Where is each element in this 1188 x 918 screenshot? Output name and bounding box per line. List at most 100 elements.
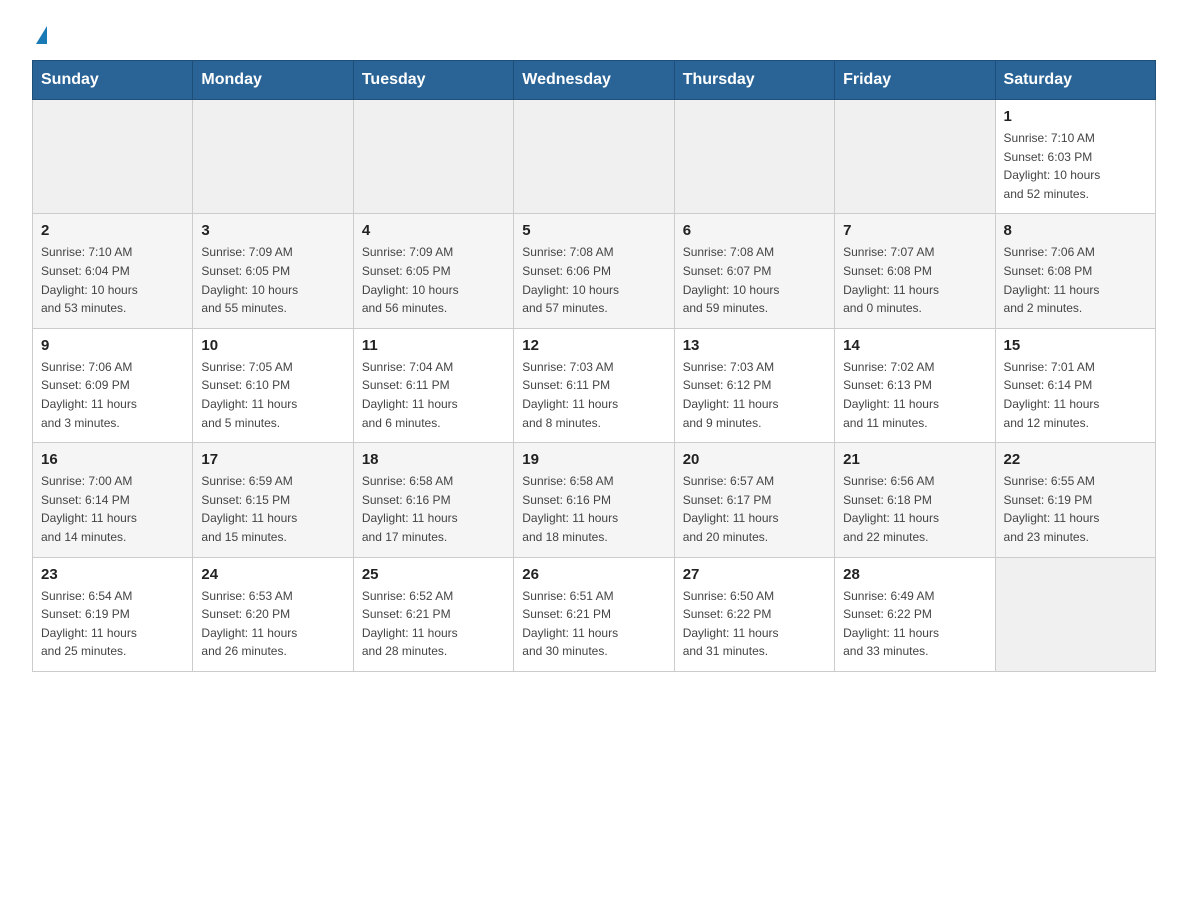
- calendar-cell: 21 Sunrise: 6:56 AM Sunset: 6:18 PM Dayli…: [835, 443, 995, 557]
- calendar-cell: 2 Sunrise: 7:10 AM Sunset: 6:04 PM Daylig…: [33, 214, 193, 328]
- day-number: 7: [843, 222, 986, 239]
- calendar-cell: 6 Sunrise: 7:08 AM Sunset: 6:07 PM Daylig…: [674, 214, 834, 328]
- day-info: Sunrise: 6:56 AM Sunset: 6:18 PM Dayligh…: [843, 472, 986, 546]
- day-info: Sunrise: 7:08 AM Sunset: 6:07 PM Dayligh…: [683, 243, 826, 317]
- day-number: 13: [683, 337, 826, 354]
- day-info: Sunrise: 7:04 AM Sunset: 6:11 PM Dayligh…: [362, 358, 505, 432]
- day-info: Sunrise: 7:10 AM Sunset: 6:04 PM Dayligh…: [41, 243, 184, 317]
- calendar-cell: 16 Sunrise: 7:00 AM Sunset: 6:14 PM Dayli…: [33, 443, 193, 557]
- calendar-cell: 9 Sunrise: 7:06 AM Sunset: 6:09 PM Daylig…: [33, 328, 193, 442]
- calendar-week-row: 1 Sunrise: 7:10 AM Sunset: 6:03 PM Daylig…: [33, 100, 1156, 214]
- day-number: 11: [362, 337, 505, 354]
- calendar-cell: 14 Sunrise: 7:02 AM Sunset: 6:13 PM Dayli…: [835, 328, 995, 442]
- day-number: 12: [522, 337, 665, 354]
- day-info: Sunrise: 7:02 AM Sunset: 6:13 PM Dayligh…: [843, 358, 986, 432]
- calendar-cell: [995, 557, 1155, 671]
- day-number: 17: [201, 451, 344, 468]
- day-number: 28: [843, 566, 986, 583]
- day-info: Sunrise: 6:52 AM Sunset: 6:21 PM Dayligh…: [362, 587, 505, 661]
- calendar-cell: [674, 100, 834, 214]
- day-info: Sunrise: 6:53 AM Sunset: 6:20 PM Dayligh…: [201, 587, 344, 661]
- calendar-table: SundayMondayTuesdayWednesdayThursdayFrid…: [32, 60, 1156, 672]
- page-header: [32, 24, 1156, 44]
- calendar-cell: 12 Sunrise: 7:03 AM Sunset: 6:11 PM Dayli…: [514, 328, 674, 442]
- calendar-cell: [835, 100, 995, 214]
- calendar-cell: 4 Sunrise: 7:09 AM Sunset: 6:05 PM Daylig…: [353, 214, 513, 328]
- day-info: Sunrise: 7:10 AM Sunset: 6:03 PM Dayligh…: [1004, 129, 1147, 203]
- calendar-cell: [514, 100, 674, 214]
- day-info: Sunrise: 7:09 AM Sunset: 6:05 PM Dayligh…: [362, 243, 505, 317]
- calendar-cell: 1 Sunrise: 7:10 AM Sunset: 6:03 PM Daylig…: [995, 100, 1155, 214]
- day-info: Sunrise: 7:08 AM Sunset: 6:06 PM Dayligh…: [522, 243, 665, 317]
- calendar-cell: 25 Sunrise: 6:52 AM Sunset: 6:21 PM Dayli…: [353, 557, 513, 671]
- calendar-cell: 8 Sunrise: 7:06 AM Sunset: 6:08 PM Daylig…: [995, 214, 1155, 328]
- calendar-cell: 11 Sunrise: 7:04 AM Sunset: 6:11 PM Dayli…: [353, 328, 513, 442]
- day-header-sunday: Sunday: [33, 61, 193, 100]
- day-info: Sunrise: 6:58 AM Sunset: 6:16 PM Dayligh…: [522, 472, 665, 546]
- calendar-cell: [353, 100, 513, 214]
- calendar-cell: [33, 100, 193, 214]
- logo: [32, 24, 47, 44]
- calendar-header-row: SundayMondayTuesdayWednesdayThursdayFrid…: [33, 61, 1156, 100]
- calendar-cell: 17 Sunrise: 6:59 AM Sunset: 6:15 PM Dayli…: [193, 443, 353, 557]
- day-number: 4: [362, 222, 505, 239]
- calendar-cell: 26 Sunrise: 6:51 AM Sunset: 6:21 PM Dayli…: [514, 557, 674, 671]
- day-number: 18: [362, 451, 505, 468]
- day-number: 24: [201, 566, 344, 583]
- day-number: 8: [1004, 222, 1147, 239]
- day-info: Sunrise: 7:06 AM Sunset: 6:08 PM Dayligh…: [1004, 243, 1147, 317]
- logo-triangle-icon: [36, 26, 47, 44]
- day-number: 22: [1004, 451, 1147, 468]
- day-info: Sunrise: 6:55 AM Sunset: 6:19 PM Dayligh…: [1004, 472, 1147, 546]
- calendar-cell: 23 Sunrise: 6:54 AM Sunset: 6:19 PM Dayli…: [33, 557, 193, 671]
- day-info: Sunrise: 6:58 AM Sunset: 6:16 PM Dayligh…: [362, 472, 505, 546]
- calendar-cell: 22 Sunrise: 6:55 AM Sunset: 6:19 PM Dayli…: [995, 443, 1155, 557]
- calendar-cell: 15 Sunrise: 7:01 AM Sunset: 6:14 PM Dayli…: [995, 328, 1155, 442]
- calendar-cell: 5Sunrise: 7:08 AM Sunset: 6:06 PM Daylig…: [514, 214, 674, 328]
- calendar-cell: [193, 100, 353, 214]
- calendar-week-row: 16 Sunrise: 7:00 AM Sunset: 6:14 PM Dayli…: [33, 443, 1156, 557]
- calendar-cell: 18 Sunrise: 6:58 AM Sunset: 6:16 PM Dayli…: [353, 443, 513, 557]
- day-number: 15: [1004, 337, 1147, 354]
- day-info: Sunrise: 7:09 AM Sunset: 6:05 PM Dayligh…: [201, 243, 344, 317]
- day-header-monday: Monday: [193, 61, 353, 100]
- calendar-cell: 7 Sunrise: 7:07 AM Sunset: 6:08 PM Daylig…: [835, 214, 995, 328]
- day-number: 25: [362, 566, 505, 583]
- day-info: Sunrise: 6:54 AM Sunset: 6:19 PM Dayligh…: [41, 587, 184, 661]
- calendar-cell: 13Sunrise: 7:03 AM Sunset: 6:12 PM Dayli…: [674, 328, 834, 442]
- day-number: 20: [683, 451, 826, 468]
- day-number: 23: [41, 566, 184, 583]
- day-number: 27: [683, 566, 826, 583]
- day-number: 21: [843, 451, 986, 468]
- day-number: 26: [522, 566, 665, 583]
- day-number: 9: [41, 337, 184, 354]
- day-header-tuesday: Tuesday: [353, 61, 513, 100]
- day-number: 16: [41, 451, 184, 468]
- calendar-cell: 20 Sunrise: 6:57 AM Sunset: 6:17 PM Dayli…: [674, 443, 834, 557]
- calendar-cell: 3 Sunrise: 7:09 AM Sunset: 6:05 PM Daylig…: [193, 214, 353, 328]
- day-number: 3: [201, 222, 344, 239]
- day-info: Sunrise: 7:05 AM Sunset: 6:10 PM Dayligh…: [201, 358, 344, 432]
- calendar-cell: 19Sunrise: 6:58 AM Sunset: 6:16 PM Dayli…: [514, 443, 674, 557]
- day-info: Sunrise: 6:50 AM Sunset: 6:22 PM Dayligh…: [683, 587, 826, 661]
- day-info: Sunrise: 7:01 AM Sunset: 6:14 PM Dayligh…: [1004, 358, 1147, 432]
- calendar-cell: 27 Sunrise: 6:50 AM Sunset: 6:22 PM Dayli…: [674, 557, 834, 671]
- day-header-wednesday: Wednesday: [514, 61, 674, 100]
- day-number: 14: [843, 337, 986, 354]
- day-info: Sunrise: 6:51 AM Sunset: 6:21 PM Dayligh…: [522, 587, 665, 661]
- day-info: Sunrise: 7:06 AM Sunset: 6:09 PM Dayligh…: [41, 358, 184, 432]
- calendar-cell: 24 Sunrise: 6:53 AM Sunset: 6:20 PM Dayli…: [193, 557, 353, 671]
- calendar-week-row: 9 Sunrise: 7:06 AM Sunset: 6:09 PM Daylig…: [33, 328, 1156, 442]
- day-number: 6: [683, 222, 826, 239]
- day-header-saturday: Saturday: [995, 61, 1155, 100]
- day-number: 1: [1004, 108, 1147, 125]
- calendar-week-row: 2 Sunrise: 7:10 AM Sunset: 6:04 PM Daylig…: [33, 214, 1156, 328]
- day-info: Sunrise: 6:59 AM Sunset: 6:15 PM Dayligh…: [201, 472, 344, 546]
- day-info: Sunrise: 7:03 AM Sunset: 6:11 PM Dayligh…: [522, 358, 665, 432]
- calendar-cell: 28Sunrise: 6:49 AM Sunset: 6:22 PM Dayli…: [835, 557, 995, 671]
- day-info: Sunrise: 7:07 AM Sunset: 6:08 PM Dayligh…: [843, 243, 986, 317]
- day-info: Sunrise: 6:57 AM Sunset: 6:17 PM Dayligh…: [683, 472, 826, 546]
- day-header-friday: Friday: [835, 61, 995, 100]
- day-number: 2: [41, 222, 184, 239]
- day-info: Sunrise: 7:00 AM Sunset: 6:14 PM Dayligh…: [41, 472, 184, 546]
